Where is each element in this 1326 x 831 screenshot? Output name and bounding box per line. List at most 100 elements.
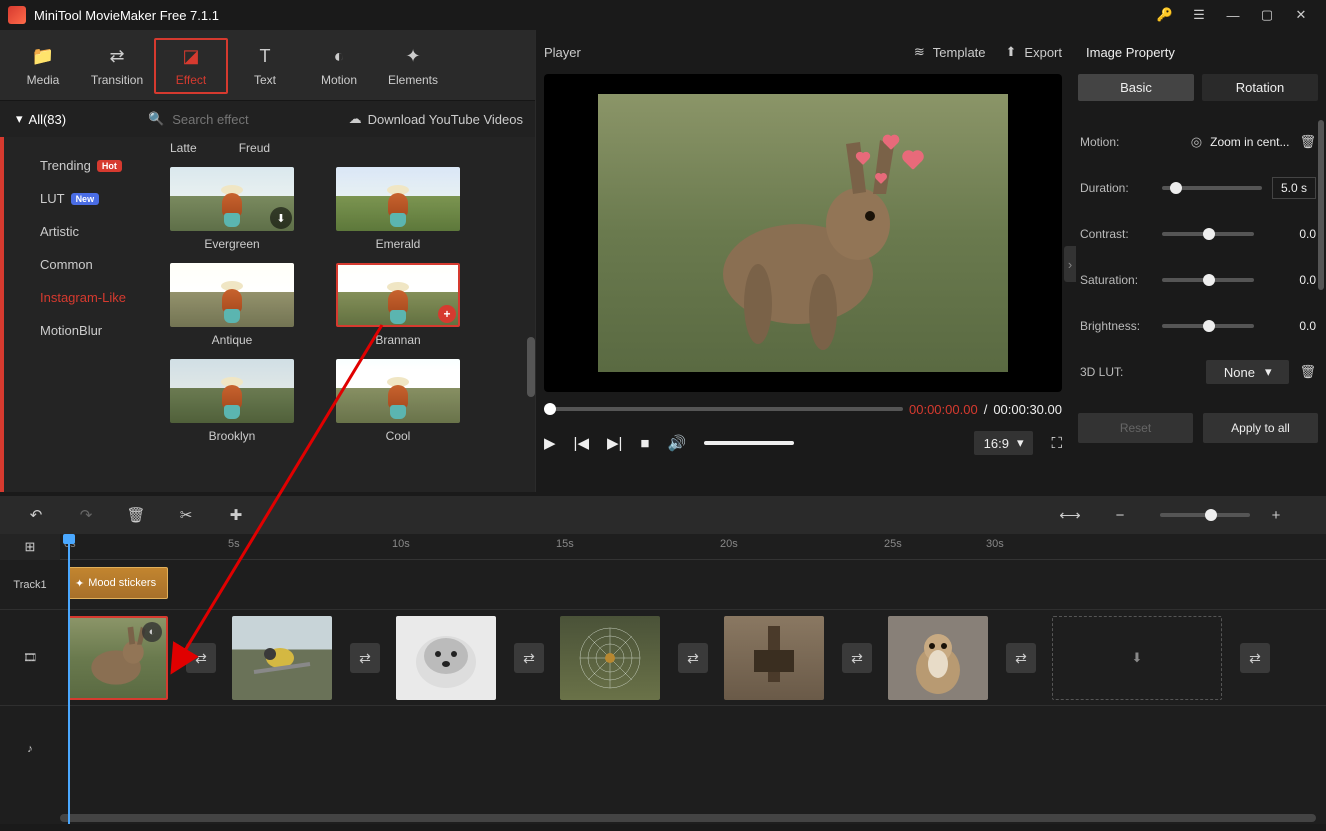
redo-icon[interactable]: ↷ — [68, 506, 104, 524]
cat-lut[interactable]: LUTNew — [4, 182, 152, 215]
text-icon: T — [260, 46, 271, 67]
hot-badge: Hot — [97, 160, 122, 172]
timeline-scrollbar[interactable] — [60, 814, 1316, 822]
effect-antique[interactable]: Antique — [170, 263, 294, 349]
next-frame-icon[interactable]: ▶| — [607, 434, 622, 452]
effect-brannan[interactable]: + Brannan — [336, 263, 460, 349]
transition-slot[interactable]: ⇄ — [350, 643, 380, 673]
all-effects-dropdown[interactable]: ▾All(83) — [0, 111, 148, 127]
fullscreen-icon[interactable]: ⛶ — [1051, 435, 1062, 452]
cat-trending[interactable]: TrendingHot — [4, 149, 152, 182]
collapse-panel-icon[interactable]: › — [1064, 246, 1076, 282]
transition-slot[interactable]: ⇄ — [1240, 643, 1270, 673]
clip-5[interactable] — [724, 616, 824, 700]
drop-zone[interactable]: ⬇ — [1052, 616, 1222, 700]
track1-label: Track1 — [0, 560, 60, 609]
effect-freud[interactable]: Freud — [239, 141, 270, 157]
add-track-icon[interactable]: ⊞ — [0, 534, 60, 560]
audio-track[interactable] — [60, 706, 1326, 792]
delete-icon[interactable]: 🗑 — [118, 506, 154, 524]
clip-1[interactable]: ◐ — [68, 616, 168, 700]
lut-dropdown[interactable]: None▾ — [1206, 360, 1290, 384]
motion-icon: ◐ — [334, 46, 345, 67]
clip-6[interactable] — [888, 616, 988, 700]
search-input[interactable] — [172, 112, 302, 127]
transition-slot[interactable]: ⇄ — [678, 643, 708, 673]
trash-icon[interactable]: 🗑 — [1299, 134, 1316, 150]
reset-button[interactable]: Reset — [1078, 413, 1193, 443]
transition-slot[interactable]: ⇄ — [514, 643, 544, 673]
volume-slider[interactable] — [704, 441, 794, 445]
effect-evergreen[interactable]: ⬇ Evergreen — [170, 167, 294, 253]
tab-media[interactable]: 📁Media — [6, 38, 80, 94]
effect-brooklyn[interactable]: Brooklyn — [170, 359, 294, 445]
seek-knob[interactable] — [544, 403, 556, 415]
scrollbar[interactable] — [527, 337, 535, 397]
seek-bar[interactable] — [544, 407, 903, 411]
close-icon[interactable]: ✕ — [1284, 0, 1318, 30]
cat-motionblur[interactable]: MotionBlur — [4, 314, 152, 347]
contrast-slider[interactable] — [1162, 232, 1254, 236]
zoom-slider[interactable] — [1160, 513, 1250, 517]
folder-icon: 📁 — [32, 46, 54, 67]
export-button[interactable]: ⬆Export — [1006, 44, 1062, 60]
time-ruler[interactable]: 0s 5s 10s 15s 20s 25s 30s — [60, 534, 1326, 560]
motion-type-icon: ◎ — [1191, 134, 1202, 150]
video-preview[interactable] — [544, 74, 1062, 392]
motion-value[interactable]: Zoom in cent... — [1210, 135, 1289, 149]
minimize-icon[interactable]: — — [1216, 0, 1250, 30]
scrollbar[interactable] — [1318, 120, 1324, 290]
duration-label: Duration: — [1080, 181, 1152, 195]
add-effect-icon[interactable]: + — [438, 305, 456, 323]
prev-frame-icon[interactable]: |◀ — [574, 434, 589, 452]
brightness-slider[interactable] — [1162, 324, 1254, 328]
download-icon[interactable]: ⬇ — [270, 207, 292, 229]
apply-all-button[interactable]: Apply to all — [1203, 413, 1318, 443]
transition-slot[interactable]: ⇄ — [186, 643, 216, 673]
fit-timeline-icon[interactable]: ⟷ — [1052, 506, 1088, 524]
zoom-in-icon[interactable]: + — [1258, 507, 1294, 524]
effects-grid[interactable]: Latte Freud ⬇ Evergreen Emerald — [152, 137, 535, 492]
video-track[interactable]: ◐ ⇄ ⇄ ⇄ ⇄ ⇄ ⇄ ⬇ ⇄ — [60, 610, 1326, 705]
tab-transition[interactable]: ⇄Transition — [80, 38, 154, 94]
effect-latte[interactable]: Latte — [170, 141, 197, 157]
zoom-out-icon[interactable]: − — [1102, 507, 1138, 524]
clip-4[interactable] — [560, 616, 660, 700]
sticker-clip[interactable]: ✦Mood stickers — [68, 567, 168, 599]
clip-2[interactable] — [232, 616, 332, 700]
duration-value[interactable]: 5.0 s — [1272, 177, 1316, 199]
tab-basic[interactable]: Basic — [1078, 74, 1194, 101]
unlock-pro-icon[interactable]: 🔑 — [1148, 0, 1182, 30]
duration-slider[interactable] — [1162, 186, 1262, 190]
playhead[interactable] — [68, 534, 70, 824]
elements-icon: ✦ — [405, 46, 420, 67]
cat-instagram-like[interactable]: Instagram-Like — [4, 281, 152, 314]
stop-icon[interactable]: ■ — [640, 435, 649, 452]
cat-artistic[interactable]: Artistic — [4, 215, 152, 248]
undo-icon[interactable]: ↶ — [18, 506, 54, 524]
maximize-icon[interactable]: ▢ — [1250, 0, 1284, 30]
transition-slot[interactable]: ⇄ — [1006, 643, 1036, 673]
template-button[interactable]: ≋Template — [914, 44, 986, 60]
clip-3[interactable] — [396, 616, 496, 700]
tab-motion[interactable]: ◐Motion — [302, 38, 376, 94]
cloud-download-icon: ☁ — [349, 111, 362, 127]
hamburger-menu-icon[interactable]: ☰ — [1182, 0, 1216, 30]
download-youtube-button[interactable]: ☁Download YouTube Videos — [349, 111, 523, 127]
crop-icon[interactable]: ✚ — [218, 506, 254, 524]
tab-rotation[interactable]: Rotation — [1202, 74, 1318, 101]
saturation-slider[interactable] — [1162, 278, 1254, 282]
cat-common[interactable]: Common — [4, 248, 152, 281]
tab-text[interactable]: TText — [228, 38, 302, 94]
aspect-ratio-dropdown[interactable]: 16:9▾ — [974, 431, 1034, 455]
effect-emerald[interactable]: Emerald — [336, 167, 460, 253]
tab-elements[interactable]: ✦Elements — [376, 38, 450, 94]
trash-icon[interactable]: 🗑 — [1299, 364, 1316, 380]
preview-frame — [598, 94, 1008, 372]
volume-icon[interactable]: 🔊 — [667, 434, 686, 452]
transition-slot[interactable]: ⇄ — [842, 643, 872, 673]
tab-effect[interactable]: ◪Effect — [154, 38, 228, 94]
split-icon[interactable]: ✂ — [168, 506, 204, 524]
play-icon[interactable]: ▶ — [544, 434, 556, 452]
effect-cool[interactable]: Cool — [336, 359, 460, 445]
